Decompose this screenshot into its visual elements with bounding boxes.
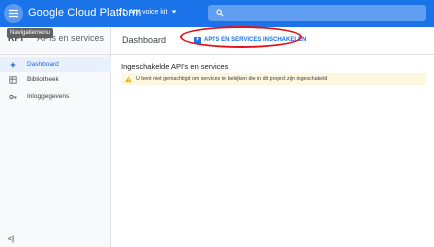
page-title: Dashboard — [122, 35, 167, 45]
navigation-menu-tooltip: Navigatiemenu — [7, 28, 54, 38]
search-input[interactable] — [208, 5, 426, 21]
collapse-sidebar-button[interactable]: <| — [8, 236, 14, 243]
sidebar: RPI APIs en services Dashboard Bibliothee… — [0, 27, 111, 247]
hamburger-menu-icon — [8, 9, 19, 18]
highlight-ellipse — [180, 26, 302, 48]
navigation-menu-button[interactable] — [4, 4, 23, 23]
project-name: AIY voice kit — [129, 8, 168, 16]
chevron-down-icon — [171, 10, 177, 14]
library-icon — [9, 75, 17, 84]
dashboard-icon — [9, 61, 17, 69]
sidebar-item-label: Dashboard — [27, 61, 59, 68]
permission-warning-banner: U bent niet gemachtigd om services te be… — [121, 73, 426, 85]
key-icon — [9, 93, 17, 101]
top-app-bar: Google Cloud Platform AIY voice kit — [0, 0, 434, 27]
warning-icon — [125, 76, 132, 82]
sidebar-item-label: Inloggegevens — [27, 93, 70, 100]
search-icon — [216, 9, 224, 17]
sidebar-divider — [0, 54, 111, 55]
warning-text: U bent niet gemachtigd om services te be… — [136, 76, 328, 82]
sidebar-item-label: Bibliotheek — [27, 76, 59, 83]
project-selector[interactable]: AIY voice kit — [118, 8, 178, 16]
sidebar-item-library[interactable]: Bibliotheek — [0, 72, 111, 87]
project-dots-icon — [119, 9, 125, 15]
section-title: Ingeschakelde API's en services — [121, 62, 229, 71]
sidebar-item-credentials[interactable]: Inloggegevens — [0, 89, 111, 104]
sidebar-item-dashboard[interactable]: Dashboard — [0, 57, 111, 72]
